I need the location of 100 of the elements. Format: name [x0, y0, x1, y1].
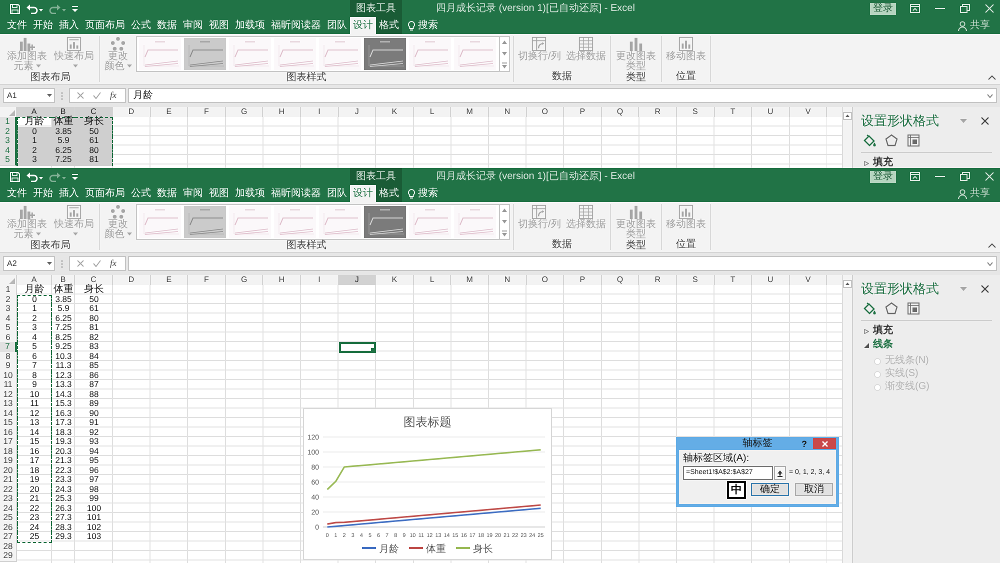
row-header[interactable]: 21 — [0, 475, 17, 486]
row-header[interactable]: 5 — [0, 323, 17, 334]
collapse-button[interactable] — [774, 466, 786, 480]
row-header[interactable]: 29 — [0, 551, 17, 562]
row-header[interactable]: 19 — [0, 456, 17, 466]
chart-style-thumbnail[interactable] — [229, 206, 271, 238]
caret-up-icon[interactable] — [988, 75, 996, 80]
search-box[interactable]: 搜索 — [402, 185, 438, 202]
row-header[interactable]: 25 — [0, 513, 17, 524]
paint-bucket-icon[interactable] — [863, 302, 876, 314]
ribbon-tab[interactable]: 插入 — [56, 17, 82, 34]
insert-function-button[interactable]: fx — [110, 91, 116, 100]
chart-style-thumbnail[interactable] — [139, 206, 181, 238]
chart-style-thumbnail[interactable] — [454, 38, 496, 70]
disclosure-triangle-icon[interactable] — [864, 160, 869, 166]
formula-input[interactable] — [128, 256, 997, 271]
ribbon-tab[interactable]: 设计 — [350, 185, 376, 202]
ribbon-tab[interactable]: 文件 — [4, 185, 30, 202]
up-arrow-icon[interactable] — [501, 39, 508, 45]
ribbon-tab[interactable]: 团队 — [324, 185, 350, 202]
ime-mode-indicator[interactable]: 中 — [727, 481, 746, 499]
section-header[interactable]: 填充 — [873, 326, 893, 336]
save-icon[interactable] — [10, 4, 20, 14]
chart-line[interactable] — [327, 508, 541, 528]
expand-gallery-icon[interactable] — [501, 230, 508, 237]
ribbon-tab[interactable]: 页面布局 — [82, 17, 128, 34]
undo-icon[interactable] — [26, 172, 43, 182]
ribbon-tab[interactable]: 公式 — [128, 185, 154, 202]
expand-gallery-icon[interactable] — [501, 62, 508, 69]
vertical-scrollbar[interactable] — [842, 107, 852, 168]
disclosure-triangle-icon[interactable] — [864, 342, 869, 348]
chart-style-thumbnail[interactable] — [184, 38, 226, 70]
ribbon-display-icon[interactable] — [910, 4, 920, 13]
row-header[interactable]: 27 — [0, 532, 17, 542]
dropdown-arrow-icon[interactable] — [960, 119, 967, 123]
row-header[interactable]: 1 — [0, 285, 17, 296]
ribbon-tab[interactable]: 插入 — [56, 185, 82, 202]
chart-style-thumbnail[interactable] — [409, 206, 451, 238]
chart-style-thumbnail[interactable] — [319, 38, 361, 70]
scroll-up-arrow-icon[interactable] — [843, 280, 852, 288]
cancel-icon[interactable] — [77, 92, 84, 99]
chart-style-thumbnail[interactable] — [229, 38, 271, 70]
chart-style-thumbnail[interactable] — [274, 38, 316, 70]
ribbon-tab[interactable]: 格式 — [376, 185, 402, 202]
ribbon-tab[interactable]: 团队 — [324, 17, 350, 34]
chart-style-thumbnail[interactable] — [409, 38, 451, 70]
chart-title[interactable]: 图表标题 — [404, 415, 452, 429]
ribbon-tab[interactable]: 格式 — [376, 17, 402, 34]
row-header[interactable]: 5 — [0, 155, 17, 166]
ribbon-tab[interactable]: 加载项 — [232, 185, 268, 202]
cancel-icon[interactable] — [77, 260, 84, 267]
ribbon-tab[interactable]: 审阅 — [180, 185, 206, 202]
insert-function-button[interactable]: fx — [110, 259, 116, 268]
name-box[interactable]: A1 — [3, 88, 55, 103]
restore-icon[interactable] — [960, 4, 970, 13]
share-button[interactable]: 共享 — [958, 17, 1000, 34]
chart-style-thumbnail[interactable] — [319, 206, 361, 238]
undo-icon[interactable] — [26, 4, 43, 14]
row-header[interactable]: 13 — [0, 399, 17, 410]
ribbon-tab[interactable]: 数据 — [154, 17, 180, 34]
cancel-button[interactable]: 取消 — [795, 483, 833, 496]
pentagon-icon[interactable] — [885, 302, 898, 314]
caret-down-icon[interactable] — [47, 94, 52, 97]
row-header[interactable]: 23 — [0, 494, 17, 504]
chart-style-thumbnail[interactable] — [274, 206, 316, 238]
sign-in-button[interactable]: 登录 — [870, 2, 896, 14]
caret-down-icon[interactable] — [987, 94, 993, 98]
caret-down-icon[interactable] — [987, 262, 993, 266]
check-icon[interactable] — [93, 260, 101, 267]
ribbon-display-icon[interactable] — [910, 172, 920, 181]
ribbon-tab[interactable]: 页面布局 — [82, 185, 128, 202]
dropdown-arrow-icon[interactable] — [960, 287, 967, 291]
ribbon-tab[interactable]: 加载项 — [232, 17, 268, 34]
customize-toolbar-icon[interactable] — [72, 172, 78, 182]
row-header[interactable]: 11 — [0, 380, 17, 390]
name-box[interactable]: A2 — [3, 256, 55, 271]
caret-up-icon[interactable] — [988, 243, 996, 248]
scroll-up-arrow-icon[interactable] — [843, 112, 852, 120]
row-header[interactable]: 9 — [0, 361, 17, 372]
ribbon-tab[interactable]: 公式 — [128, 17, 154, 34]
formula-input[interactable]: 月龄 — [128, 88, 997, 103]
search-box[interactable]: 搜索 — [402, 17, 438, 34]
share-button[interactable]: 共享 — [958, 185, 1000, 202]
down-arrow-icon[interactable] — [501, 218, 508, 224]
close-icon[interactable] — [981, 117, 989, 125]
size-properties-icon[interactable] — [907, 134, 920, 146]
disclosure-triangle-icon[interactable] — [864, 328, 869, 334]
down-arrow-icon[interactable] — [501, 50, 508, 56]
check-icon[interactable] — [93, 92, 101, 99]
ribbon-tab[interactable]: 视图 — [206, 17, 232, 34]
chart-style-thumbnail[interactable] — [139, 38, 181, 70]
row-header[interactable]: 3 — [0, 304, 17, 314]
ribbon-tab[interactable]: 福昕阅读器 — [268, 185, 324, 202]
chart-line[interactable] — [327, 504, 541, 525]
chart-line[interactable] — [326, 449, 541, 490]
size-properties-icon[interactable] — [907, 302, 920, 314]
row-header[interactable]: 17 — [0, 437, 17, 448]
pentagon-icon[interactable] — [885, 134, 898, 146]
close-button[interactable] — [813, 438, 836, 449]
restore-icon[interactable] — [960, 172, 970, 181]
